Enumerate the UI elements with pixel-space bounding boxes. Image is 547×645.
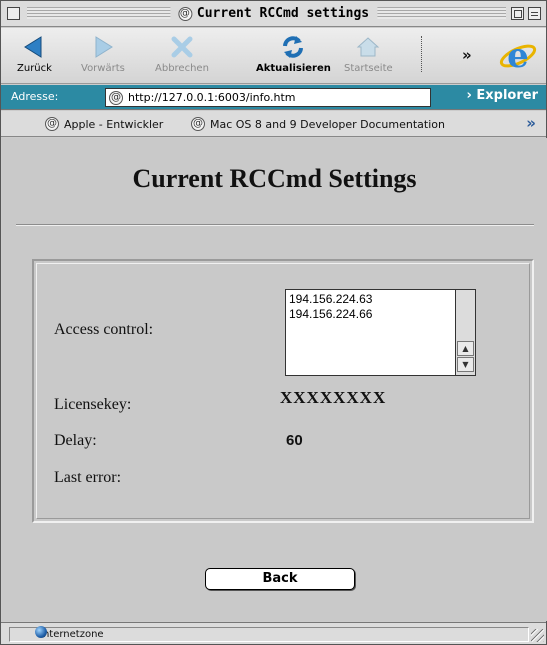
browser-window: @ Current RCCmd settings Zurück Vorwärts… [0, 0, 547, 645]
settings-panel-inner: Access control: 194.156.224.63 194.156.2… [36, 263, 530, 519]
favorites-bar: @ Apple - Entwickler @ Mac OS 8 and 9 De… [1, 111, 546, 137]
close-box[interactable] [7, 7, 20, 20]
licensekey-value: XXXXXXXX [280, 388, 387, 407]
address-url: http://127.0.0.1:6003/info.htm [128, 91, 296, 104]
refresh-icon [256, 32, 331, 62]
stop-x-icon [155, 32, 209, 62]
address-input[interactable]: @ http://127.0.0.1:6003/info.htm [105, 88, 431, 107]
globe-icon [35, 626, 47, 638]
home-toolbar-button[interactable]: Startseite [344, 32, 393, 74]
svg-text:e: e [507, 36, 529, 76]
stop-label: Abbrechen [155, 63, 209, 74]
forward-label: Vorwärts [81, 63, 125, 74]
refresh-toolbar-button[interactable]: Aktualisieren [256, 32, 331, 74]
window-title-text: Current RCCmd settings [196, 6, 370, 21]
internet-explorer-logo-icon: e [498, 36, 538, 76]
title-bar[interactable]: @ Current RCCmd settings [1, 1, 546, 27]
home-icon [344, 32, 393, 62]
zoom-box[interactable] [511, 7, 524, 20]
delay-value: 60 [286, 432, 303, 449]
back-arrow-icon [17, 32, 52, 62]
back-label: Zurück [17, 63, 52, 74]
home-label: Startseite [344, 63, 393, 74]
address-bar: Adresse: @ http://127.0.0.1:6003/info.ht… [1, 85, 546, 110]
back-toolbar-button[interactable]: Zurück [17, 32, 52, 74]
status-bar: Internetzone [1, 622, 546, 644]
favorites-more-chevron[interactable]: » [526, 114, 536, 132]
favorite-apple-developer[interactable]: @ Apple - Entwickler [45, 117, 163, 131]
scroll-up-arrow-icon[interactable]: ▲ [457, 341, 474, 356]
toolbar-separator [421, 36, 422, 72]
status-zone-text: Internetzone [40, 629, 104, 640]
page-title: Current RCCmd Settings [132, 164, 417, 193]
window-title: @ Current RCCmd settings [169, 6, 378, 21]
back-button[interactable]: Back [205, 568, 355, 590]
explorer-button[interactable]: › Explorer [467, 88, 538, 103]
access-control-label: Access control: [54, 321, 154, 338]
forward-arrow-icon [81, 32, 125, 62]
stop-toolbar-button[interactable]: Abbrechen [155, 32, 209, 74]
last-error-label: Last error: [54, 469, 122, 486]
favorite-page-icon: @ [191, 117, 205, 131]
licensekey-label: Licensekey: [54, 396, 132, 413]
favorite-label: Apple - Entwickler [64, 117, 164, 131]
refresh-label: Aktualisieren [256, 63, 331, 74]
toolbar: Zurück Vorwärts Abbrechen Aktualisieren … [1, 28, 546, 84]
favorite-page-icon: @ [45, 117, 59, 131]
status-zone-field: Internetzone [9, 627, 529, 642]
address-label: Adresse: [11, 90, 59, 103]
favorite-label: Mac OS 8 and 9 Developer Documentation [210, 117, 445, 131]
access-control-list[interactable]: 194.156.224.63 194.156.224.66 ▲ ▼ [285, 289, 476, 376]
delay-label: Delay: [54, 432, 97, 449]
list-item[interactable]: 194.156.224.63 [289, 292, 372, 307]
forward-toolbar-button[interactable]: Vorwärts [81, 32, 125, 74]
url-page-icon: @ [109, 90, 123, 105]
access-list-items: 194.156.224.63 194.156.224.66 [289, 292, 372, 322]
web-page-icon: @ [177, 6, 192, 21]
toolbar-more-chevron[interactable]: » [462, 46, 472, 64]
list-scrollbar[interactable]: ▲ ▼ [455, 290, 475, 375]
collapse-box[interactable] [528, 7, 541, 20]
favorite-macos-docs[interactable]: @ Mac OS 8 and 9 Developer Documentation [191, 117, 445, 131]
scroll-down-arrow-icon[interactable]: ▼ [457, 357, 474, 372]
list-item[interactable]: 194.156.224.66 [289, 307, 372, 322]
horizontal-rule [16, 224, 534, 226]
settings-panel: Access control: 194.156.224.63 194.156.2… [32, 259, 534, 523]
resize-grip-icon[interactable] [531, 629, 544, 642]
page-content: Current RCCmd Settings Access control: 1… [2, 138, 547, 621]
